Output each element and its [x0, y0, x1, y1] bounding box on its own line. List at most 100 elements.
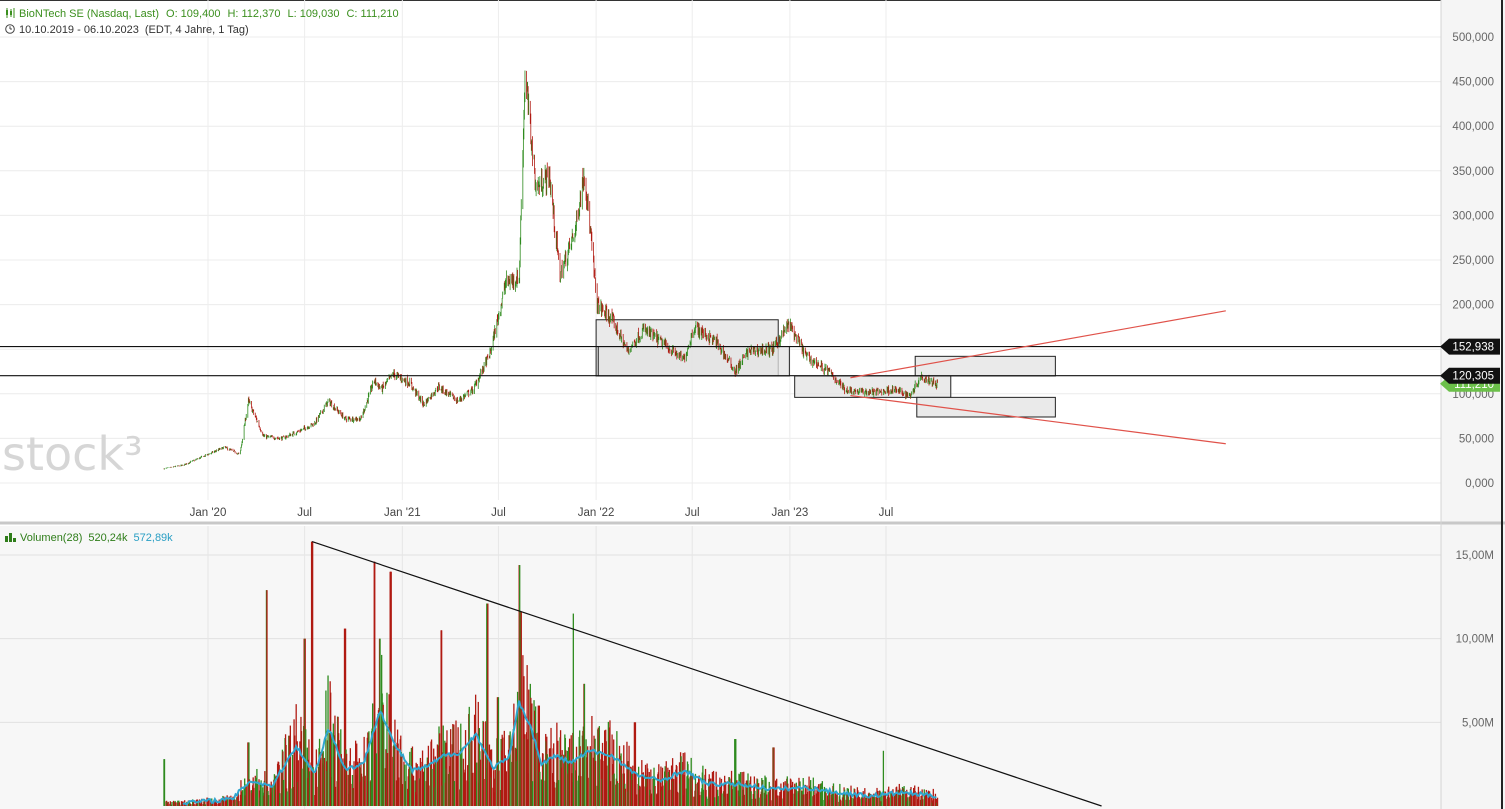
- volume-bar: [483, 778, 485, 806]
- volume-bar: [643, 786, 645, 806]
- volume-bar: [806, 791, 809, 806]
- price-axis-label: 0,000: [1465, 478, 1494, 490]
- volume-bar: [379, 638, 381, 806]
- volume-bar: [319, 757, 322, 806]
- volume-bar: [847, 788, 850, 806]
- volume-bar: [598, 726, 600, 806]
- volume-bar: [665, 761, 667, 806]
- volume-bar: [386, 753, 389, 806]
- volume-bar: [528, 689, 530, 806]
- volume-bar: [765, 794, 768, 806]
- x-axis-label: Jul: [685, 507, 700, 519]
- volume-bar: [409, 751, 411, 806]
- volume-bar: [628, 745, 630, 806]
- price-axis-label: 400,000: [1452, 121, 1494, 133]
- volume-bar: [479, 759, 482, 806]
- volume-bar: [777, 795, 779, 806]
- volume-bar: [383, 720, 385, 806]
- price-axis-label: 500,000: [1452, 32, 1494, 44]
- volume-bar: [594, 760, 597, 806]
- volume-bar: [494, 769, 496, 806]
- volume-bar: [189, 803, 192, 806]
- volume-bar: [505, 771, 508, 806]
- zone-box[interactable]: [794, 375, 952, 398]
- volume-bar: [412, 775, 415, 806]
- volume-ma-value: 572,89k: [133, 532, 173, 544]
- volume-bar: [453, 781, 456, 806]
- volume-bar: [513, 703, 515, 806]
- volume-bar: [375, 753, 378, 806]
- volume-bar: [472, 772, 474, 806]
- volume-bar: [832, 783, 835, 806]
- volume-bar: [167, 801, 169, 806]
- volume-bar: [178, 802, 181, 806]
- volume-bar: [282, 779, 285, 806]
- volume-bar: [345, 753, 348, 806]
- low-value: L: 109,030: [287, 8, 340, 20]
- volume-bar: [357, 761, 359, 806]
- price-header: BioNTech SE (Nasdaq, Last) O: 109,400 H: 1…: [5, 8, 406, 20]
- stock-chart[interactable]: stock³ 500,000 450,000 400,000 350,000 300,0…: [0, 0, 1505, 809]
- volume-bar: [836, 792, 838, 806]
- volume-bar: [245, 785, 247, 806]
- close-value: C: 111,210: [346, 8, 399, 20]
- volume-bar: [747, 773, 749, 806]
- volume-bar: [509, 731, 511, 806]
- volume-bar: [840, 800, 842, 806]
- volume-bar: [706, 798, 708, 806]
- volume-bar: [620, 760, 623, 806]
- volume-bar: [758, 797, 760, 806]
- volume-bar: [684, 752, 686, 806]
- volume-bar: [613, 773, 615, 806]
- clock-icon: [5, 24, 15, 34]
- zone-box[interactable]: [914, 355, 1056, 377]
- volume-bar: [446, 730, 448, 806]
- volume-bar: [390, 571, 392, 806]
- volume-bar: [290, 788, 292, 806]
- price-axis-label: 50,000: [1459, 433, 1494, 445]
- volume-bar: [762, 780, 764, 806]
- volume-bar: [498, 770, 500, 806]
- volume-bar: [234, 799, 236, 806]
- volume-bar: [699, 795, 701, 806]
- volume-bar: [602, 760, 604, 806]
- volume-bar: [936, 797, 939, 806]
- volume-bar: [862, 791, 864, 806]
- volume-bar: [394, 719, 396, 806]
- volume-bar: [204, 804, 207, 806]
- volume-bar: [817, 784, 820, 806]
- volume-bar: [531, 781, 534, 806]
- price-axis-label: 350,000: [1452, 166, 1494, 178]
- volume-bar: [635, 794, 638, 806]
- volume-bar: [702, 789, 705, 806]
- volume-bar: [305, 729, 307, 806]
- volume-bar: [695, 783, 697, 806]
- volume-bar: [457, 727, 459, 806]
- volume-bar: [661, 767, 664, 806]
- volume-bar: [241, 790, 244, 806]
- volume-bar: [371, 703, 374, 806]
- volume-bar: [464, 730, 467, 806]
- volume-axis-label: 15,00M: [1456, 550, 1494, 562]
- volume-bar: [256, 784, 259, 806]
- volume-bar: [743, 794, 745, 806]
- volume-bar: [349, 748, 351, 806]
- volume-bar: [587, 777, 589, 806]
- volume-bar: [799, 781, 801, 806]
- volume-bar: [907, 797, 909, 806]
- volume-bar: [212, 803, 214, 806]
- x-axis-label: Jul: [491, 507, 506, 519]
- volume-bar: [873, 796, 876, 806]
- volume-bar: [297, 760, 299, 806]
- volume-bar: [427, 745, 430, 806]
- volume-bar: [331, 736, 333, 806]
- x-axis-label: Jan '21: [384, 507, 421, 519]
- volume-bar: [583, 683, 586, 806]
- volume-bar: [476, 762, 478, 806]
- level-label: 152,938: [1452, 342, 1494, 354]
- volume-value: 520,24k: [88, 532, 128, 544]
- x-axis-label: Jan '23: [772, 507, 809, 519]
- volume-header: Volumen(28) 520,24k 572,89k: [5, 532, 179, 544]
- volume-bar: [851, 797, 853, 806]
- volume-bar: [435, 763, 437, 806]
